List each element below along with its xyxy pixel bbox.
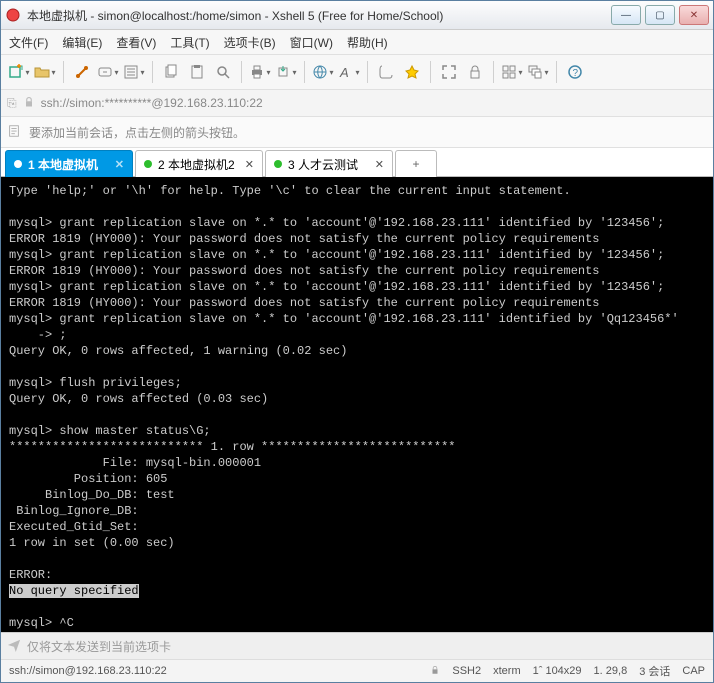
- tab-close-icon[interactable]: ✕: [245, 158, 254, 171]
- tab-label: 3 人才云测试: [288, 156, 358, 173]
- tab-session-3[interactable]: 3 人才云测试 ✕: [265, 150, 393, 177]
- tab-session-2[interactable]: 2 本地虚拟机2 ✕: [135, 150, 263, 177]
- cascade-button[interactable]: ▾: [526, 60, 550, 84]
- address-text[interactable]: ssh://simon:**********@192.168.23.110:22: [41, 96, 263, 110]
- address-bar: ⎘ ssh://simon:**********@192.168.23.110:…: [1, 90, 713, 117]
- close-button[interactable]: ✕: [679, 5, 709, 25]
- addr-arrow-icon[interactable]: ⎘: [7, 96, 17, 111]
- svg-text:A: A: [339, 65, 349, 80]
- tab-label: 2 本地虚拟机2: [158, 156, 235, 173]
- svg-text:?: ?: [573, 68, 579, 79]
- menu-edit[interactable]: 编辑(E): [62, 34, 102, 51]
- lock-icon: [23, 96, 35, 111]
- tab-add-button[interactable]: +: [395, 150, 437, 177]
- status-connection: ssh://simon@192.168.23.110:22: [9, 665, 167, 677]
- menu-window[interactable]: 窗口(W): [290, 34, 333, 51]
- status-size: 1ˆ 104x29: [533, 665, 582, 677]
- status-bar: ssh://simon@192.168.23.110:22 SSH2 xterm…: [1, 659, 713, 682]
- status-lock-icon: [430, 665, 440, 678]
- status-dot-icon: [274, 160, 282, 168]
- menu-view[interactable]: 查看(V): [116, 34, 156, 51]
- status-term: xterm: [493, 665, 521, 677]
- maximize-button[interactable]: ▢: [645, 5, 675, 25]
- tip-text: 要添加当前会话，点击左侧的箭头按钮。: [29, 124, 245, 141]
- titlebar: 本地虚拟机 - simon@localhost:/home/simon - Xs…: [1, 1, 713, 30]
- status-pos: 1. 29,8: [594, 665, 628, 677]
- script-button[interactable]: [374, 60, 398, 84]
- info-bar: 要添加当前会话，点击左侧的箭头按钮。: [1, 117, 713, 148]
- new-session-button[interactable]: ▾: [7, 60, 31, 84]
- help-button[interactable]: ?: [563, 60, 587, 84]
- window-buttons: — ▢ ✕: [607, 5, 709, 25]
- paste-button[interactable]: [185, 60, 209, 84]
- status-sessions: 3 会话: [639, 663, 670, 679]
- status-dot-icon: [144, 160, 152, 168]
- menubar: 文件(F) 编辑(E) 查看(V) 工具(T) 选项卡(B) 窗口(W) 帮助(…: [1, 30, 713, 55]
- font-button[interactable]: A▾: [337, 60, 361, 84]
- tab-label: 1 本地虚拟机: [28, 156, 98, 173]
- fullscreen-button[interactable]: [437, 60, 461, 84]
- open-button[interactable]: ▾: [33, 60, 57, 84]
- menu-file[interactable]: 文件(F): [9, 34, 48, 51]
- web-button[interactable]: ▾: [311, 60, 335, 84]
- status-protocol: SSH2: [452, 665, 481, 677]
- window-title: 本地虚拟机 - simon@localhost:/home/simon - Xs…: [27, 7, 607, 24]
- send-bar: 仅将文本发送到当前选项卡: [1, 632, 713, 659]
- toolbar: ▾ ▾ ▾ ▾ ▾ ▾ ▾ A▾ ▾ ▾ ?: [1, 55, 713, 90]
- status-cap: CAP: [682, 665, 705, 677]
- print-button[interactable]: ▾: [248, 60, 272, 84]
- status-dot-icon: [14, 160, 22, 168]
- copy-button[interactable]: [159, 60, 183, 84]
- transfer-button[interactable]: ▾: [274, 60, 298, 84]
- properties-button[interactable]: ▾: [122, 60, 146, 84]
- menu-tabs[interactable]: 选项卡(B): [224, 34, 276, 51]
- terminal-output[interactable]: Type 'help;' or '\h' for help. Type '\c'…: [1, 177, 713, 632]
- tab-close-icon[interactable]: ✕: [375, 158, 384, 171]
- reconnect-button[interactable]: [70, 60, 94, 84]
- disconnect-button[interactable]: ▾: [96, 60, 120, 84]
- tip-icon: [7, 124, 21, 141]
- minimize-button[interactable]: —: [611, 5, 641, 25]
- tab-close-icon[interactable]: ✕: [115, 158, 124, 171]
- app-window: 本地虚拟机 - simon@localhost:/home/simon - Xs…: [0, 0, 714, 683]
- lock-button[interactable]: [463, 60, 487, 84]
- send-icon[interactable]: [7, 638, 21, 655]
- menu-tools[interactable]: 工具(T): [170, 34, 209, 51]
- tile-button[interactable]: ▾: [500, 60, 524, 84]
- find-button[interactable]: [211, 60, 235, 84]
- menu-help[interactable]: 帮助(H): [347, 34, 388, 51]
- session-tabs: 1 本地虚拟机 ✕ 2 本地虚拟机2 ✕ 3 人才云测试 ✕ +: [1, 148, 713, 177]
- app-icon: [5, 7, 21, 23]
- tab-session-1[interactable]: 1 本地虚拟机 ✕: [5, 150, 133, 177]
- send-input[interactable]: 仅将文本发送到当前选项卡: [27, 638, 171, 655]
- highlight-button[interactable]: [400, 60, 424, 84]
